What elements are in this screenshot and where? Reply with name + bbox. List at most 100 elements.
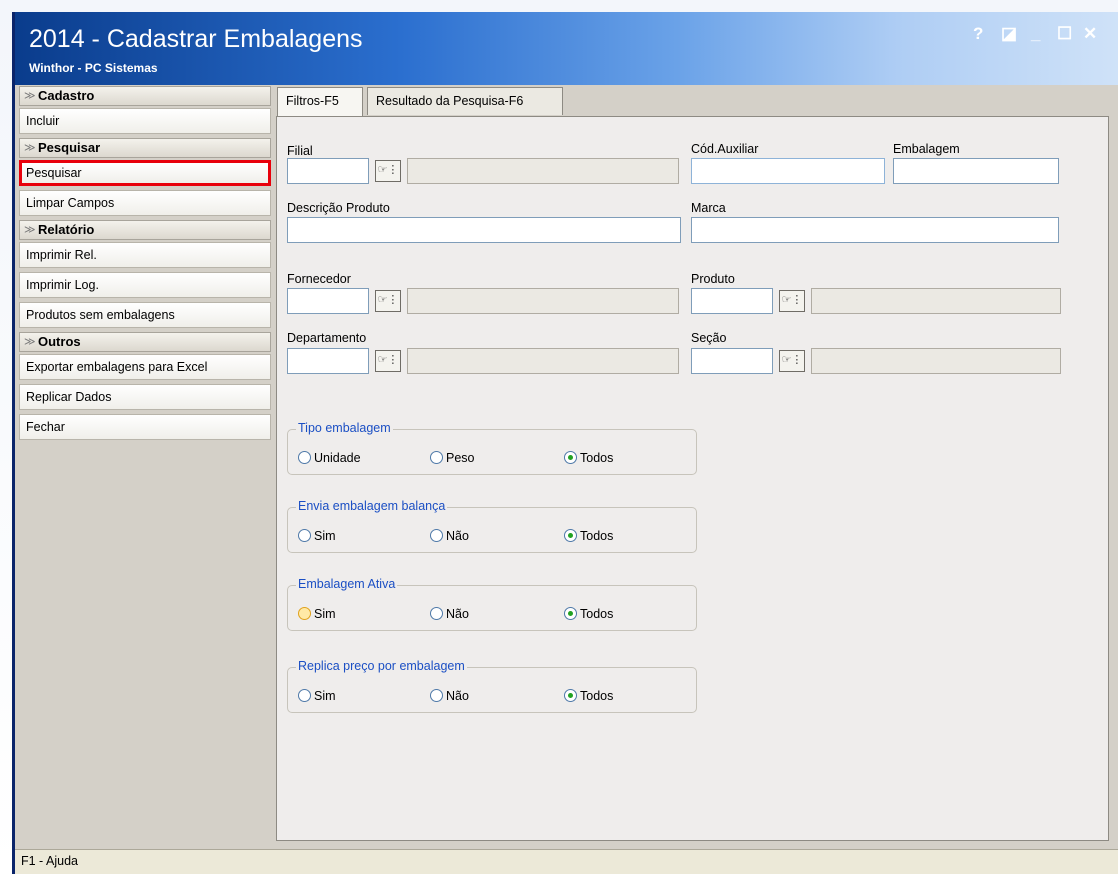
radio-circle-icon [298,451,311,464]
chevron-down-icon: ≫ [24,224,36,236]
group-title: Envia embalagem balança [296,499,448,513]
restore-icon[interactable]: ◪ [1001,24,1017,44]
radio-label: Todos [580,689,614,703]
filters-panel: Filial ☞⋮ Cód.Auxiliar Embalagem Descriç… [276,116,1109,841]
produto-lookup-icon[interactable]: ☞⋮ [779,290,805,312]
radio-todos[interactable]: Todos [564,606,613,622]
imprimir-rel-button[interactable]: Imprimir Rel. [19,242,271,268]
descricao-input[interactable] [287,217,681,243]
radio-label: Peso [446,451,475,465]
group-title: Embalagem Ativa [296,577,398,591]
radio-todos[interactable]: Todos [564,450,613,466]
status-bar: F1 - Ajuda [15,849,1118,874]
radio-todos[interactable]: Todos [564,528,613,544]
radio-nao[interactable]: Não [430,688,469,704]
radio-todos[interactable]: Todos [564,688,613,704]
secao-description-field [811,348,1061,374]
fornecedor-lookup-icon[interactable]: ☞⋮ [375,290,401,312]
tab-filtros[interactable]: Filtros-F5 [277,87,363,117]
section-outros[interactable]: ≫ Outros [19,332,271,352]
embalagem-input[interactable] [893,158,1059,184]
produto-input[interactable] [691,288,773,314]
radio-circle-icon [298,689,311,702]
radio-label: Todos [580,451,614,465]
cod-auxiliar-label: Cód.Auxiliar [691,142,759,156]
close-icon[interactable]: ✕ [1083,24,1097,44]
radio-label: Sim [314,607,336,621]
chevron-down-icon: ≫ [24,336,36,348]
radio-circle-icon [298,529,311,542]
departamento-input[interactable] [287,348,369,374]
incluir-button[interactable]: Incluir [19,108,271,134]
fornecedor-input[interactable] [287,288,369,314]
filial-lookup-icon[interactable]: ☞⋮ [375,160,401,182]
departamento-lookup-icon[interactable]: ☞⋮ [375,350,401,372]
tipo-embalagem-group: Tipo embalagem Unidade Peso Todos [287,421,697,475]
section-title: Outros [38,334,81,349]
secao-input[interactable] [691,348,773,374]
title-bar: 2014 - Cadastrar Embalagens Winthor - PC… [15,12,1118,85]
chevron-down-icon: ≫ [24,90,36,102]
pesquisar-button[interactable]: Pesquisar [19,160,271,186]
produtos-sem-embalagens-button[interactable]: Produtos sem embalagens [19,302,271,328]
limpar-campos-button[interactable]: Limpar Campos [19,190,271,216]
envia-balanca-group: Envia embalagem balança Sim Não Todos [287,499,697,553]
section-title: Relatório [38,222,95,237]
embalagem-ativa-group: Embalagem Ativa Sim Não Todos [287,577,697,631]
radio-sim[interactable]: Sim [298,606,336,622]
maximize-icon[interactable]: ☐ [1057,24,1072,44]
cod-auxiliar-input[interactable] [691,158,885,184]
radio-circle-icon [430,689,443,702]
section-pesquisar[interactable]: ≫ Pesquisar [19,138,271,158]
radio-selected-icon [564,529,577,542]
fechar-button[interactable]: Fechar [19,414,271,440]
help-icon[interactable]: ? [973,24,983,44]
radio-circle-icon [430,451,443,464]
filial-label: Filial [287,144,313,158]
section-relatorio[interactable]: ≫ Relatório [19,220,271,240]
departamento-label: Departamento [287,331,367,345]
marca-input[interactable] [691,217,1059,243]
window-title: 2014 - Cadastrar Embalagens [29,25,363,53]
radio-unidade[interactable]: Unidade [298,450,361,466]
replica-preco-group: Replica preço por embalagem Sim Não Todo… [287,659,697,713]
window-subtitle: Winthor - PC Sistemas [29,61,158,75]
descricao-label: Descrição Produto [287,201,390,215]
radio-circle-icon [430,529,443,542]
radio-sim[interactable]: Sim [298,688,336,704]
radio-label: Não [446,529,469,543]
secao-label: Seção [691,331,727,345]
radio-selected-icon [564,689,577,702]
section-title: Cadastro [38,88,95,103]
group-title: Tipo embalagem [296,421,393,435]
radio-label: Sim [314,689,336,703]
radio-label: Não [446,607,469,621]
radio-circle-icon [298,607,311,620]
departamento-description-field [407,348,679,374]
radio-selected-icon [564,451,577,464]
section-title: Pesquisar [38,140,101,155]
imprimir-log-button[interactable]: Imprimir Log. [19,272,271,298]
radio-peso[interactable]: Peso [430,450,475,466]
exportar-excel-button[interactable]: Exportar embalagens para Excel [19,354,271,380]
fornecedor-label: Fornecedor [287,272,351,286]
section-cadastro[interactable]: ≫ Cadastro [19,86,271,106]
radio-label: Unidade [314,451,361,465]
embalagem-label: Embalagem [893,142,960,156]
radio-sim[interactable]: Sim [298,528,336,544]
sidebar: ≫ Cadastro Incluir ≫ Pesquisar Pesquisar L… [19,86,271,444]
filial-description-field [407,158,679,184]
minimize-icon[interactable]: _ [1031,24,1040,44]
app-window: 2014 - Cadastrar Embalagens Winthor - PC… [12,12,1118,874]
radio-nao[interactable]: Não [430,606,469,622]
marca-label: Marca [691,201,726,215]
filial-input[interactable] [287,158,369,184]
secao-lookup-icon[interactable]: ☞⋮ [779,350,805,372]
radio-nao[interactable]: Não [430,528,469,544]
replicar-dados-button[interactable]: Replicar Dados [19,384,271,410]
chevron-down-icon: ≫ [24,142,36,154]
radio-label: Sim [314,529,336,543]
produto-label: Produto [691,272,735,286]
tab-resultado[interactable]: Resultado da Pesquisa-F6 [367,87,563,115]
group-title: Replica preço por embalagem [296,659,467,673]
